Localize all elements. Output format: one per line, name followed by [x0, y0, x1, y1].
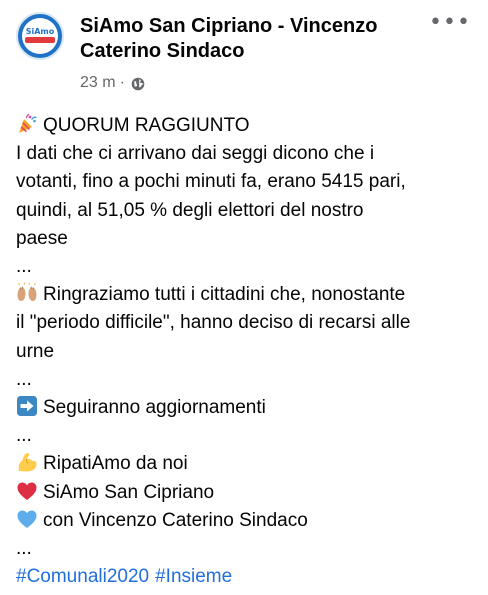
- signature-text: SiAmo San Cipriano: [43, 481, 215, 503]
- signature-line: SiAmo San Cipriano: [16, 479, 478, 507]
- text-line: il "periodo difficile", hanno deciso di …: [16, 312, 411, 334]
- thanks-line: Ringraziamo tutti i cittadini che, nonos…: [16, 281, 478, 309]
- signature-line: con Vincenzo Caterino Sindaco: [16, 507, 478, 535]
- avatar-logo-stripe: [25, 37, 55, 43]
- right-arrow-icon: [16, 395, 38, 417]
- ellipsis-line: ...: [16, 538, 32, 560]
- signature-line: RipatiAmo da noi: [16, 450, 478, 478]
- text-line: votanti, fino a pochi minuti fa, erano 5…: [16, 171, 406, 193]
- post-text: QUORUM RAGGIUNTO I dati che ci arrivano …: [16, 112, 478, 591]
- post-meta: 23 m ·: [80, 72, 145, 94]
- ellipsis-line: ...: [16, 256, 32, 278]
- ellipsis-line: ...: [16, 368, 32, 390]
- party-popper-icon: [16, 113, 38, 135]
- meta-separator: ·: [119, 74, 125, 91]
- signature-text: RipatiAmo da noi: [43, 453, 188, 475]
- avatar[interactable]: SiAmo: [16, 12, 64, 60]
- updates-line: Seguiranno aggiornamenti: [16, 394, 478, 422]
- avatar-logo: SiAmo: [22, 18, 58, 54]
- updates-text: Seguiranno aggiornamenti: [43, 397, 266, 419]
- text-line: urne: [16, 340, 55, 362]
- text-line: paese: [16, 227, 68, 249]
- more-options-button[interactable]: •••: [428, 12, 472, 38]
- text-line: quindi, al 51,05 % degli elettori del no…: [16, 199, 364, 221]
- text-line: I dati che ci arrivano dai seggi dicono …: [16, 143, 375, 165]
- headline-text: QUORUM RAGGIUNTO: [43, 115, 250, 136]
- ellipsis-line: ...: [16, 425, 32, 447]
- thanks-text: Ringraziamo tutti i cittadini che, nonos…: [43, 284, 406, 306]
- post-header: SiAmo SiAmo San Cipriano - Vincenzo Cate…: [0, 0, 488, 100]
- raising-hands-icon: [16, 282, 38, 304]
- page-name-link[interactable]: SiAmo San Cipriano - Vincenzo Caterino S…: [80, 14, 420, 64]
- red-heart-icon: [16, 480, 38, 502]
- hashtag-link[interactable]: #Comunali2020: [16, 566, 149, 587]
- blue-heart-icon: [16, 508, 38, 530]
- globe-icon[interactable]: [131, 76, 145, 91]
- avatar-logo-text: SiAmo: [25, 27, 55, 36]
- hashtags-line: #Comunali2020 #Insieme: [16, 563, 478, 591]
- hashtag-link[interactable]: #Insieme: [155, 566, 232, 587]
- headline-line: QUORUM RAGGIUNTO: [16, 112, 478, 140]
- signature-text: con Vincenzo Caterino Sindaco: [43, 509, 308, 531]
- flexed-biceps-icon: [16, 451, 38, 473]
- timestamp-link[interactable]: 23 m: [80, 72, 116, 94]
